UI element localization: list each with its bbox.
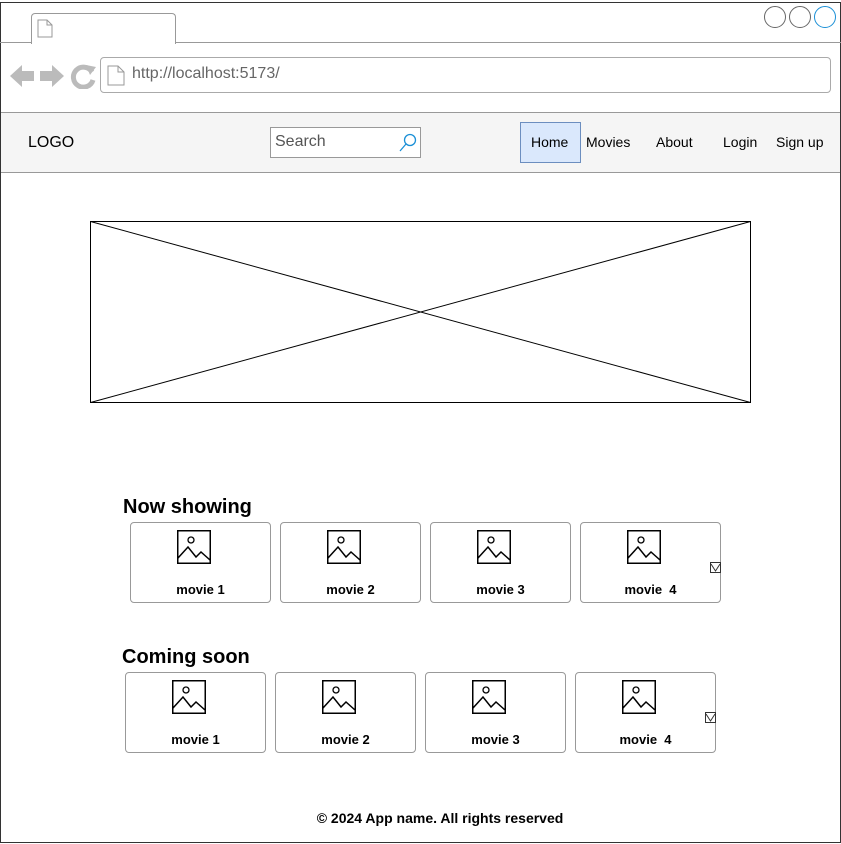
back-arrow-icon[interactable] [10, 65, 34, 87]
nav-signup-link[interactable]: Sign up [776, 133, 823, 151]
reload-icon[interactable] [70, 64, 96, 89]
nav-movies-link[interactable]: Movies [586, 133, 630, 151]
movie-title: movie 1 [176, 582, 225, 597]
movie-card[interactable]: movie 4 [580, 522, 721, 603]
address-url[interactable]: http://localhost:5173/ [132, 64, 280, 84]
search-icon[interactable] [399, 133, 417, 152]
movie-title: movie 1 [171, 732, 220, 747]
page-icon [107, 65, 125, 86]
footer-copyright: © 2024 App name. All rights reserved [316, 810, 564, 826]
nav-about-link[interactable]: About [656, 133, 693, 151]
image-icon [622, 680, 656, 714]
image-icon [177, 530, 211, 564]
movie-card[interactable]: movie 4 [575, 672, 716, 753]
image-icon [322, 680, 356, 714]
image-icon [477, 530, 511, 564]
movie-card[interactable]: movie 2 [280, 522, 421, 603]
movie-card[interactable]: movie 1 [130, 522, 271, 603]
movie-card[interactable]: movie 3 [425, 672, 566, 753]
image-icon [172, 680, 206, 714]
hero-image-placeholder [90, 221, 751, 403]
browser-nav-controls [10, 64, 96, 89]
movie-title: movie 4 [624, 582, 677, 597]
search-placeholder: Search [275, 133, 326, 150]
carousel-next-icon[interactable] [705, 712, 716, 723]
image-icon [627, 530, 661, 564]
movie-title: movie 2 [321, 732, 370, 747]
window-maximize-button[interactable] [789, 6, 811, 28]
window-minimize-button[interactable] [764, 6, 786, 28]
nav-login-link[interactable]: Login [723, 133, 757, 151]
nav-home-label[interactable]: Home [531, 133, 568, 151]
movie-title: movie 3 [471, 732, 520, 747]
logo[interactable]: LOGO [28, 133, 74, 153]
movie-card[interactable]: movie 1 [125, 672, 266, 753]
movie-title: movie 3 [476, 582, 525, 597]
forward-arrow-icon[interactable] [40, 65, 64, 87]
coming-soon-title: Coming soon [122, 646, 250, 668]
page-icon [37, 19, 53, 38]
now-showing-title: Now showing [123, 496, 252, 518]
carousel-next-icon[interactable] [710, 562, 721, 573]
movie-card[interactable]: movie 2 [275, 672, 416, 753]
movie-card[interactable]: movie 3 [430, 522, 571, 603]
window-close-button[interactable] [814, 6, 836, 28]
image-icon [472, 680, 506, 714]
image-icon [327, 530, 361, 564]
movie-title: movie 4 [619, 732, 672, 747]
movie-title: movie 2 [326, 582, 375, 597]
